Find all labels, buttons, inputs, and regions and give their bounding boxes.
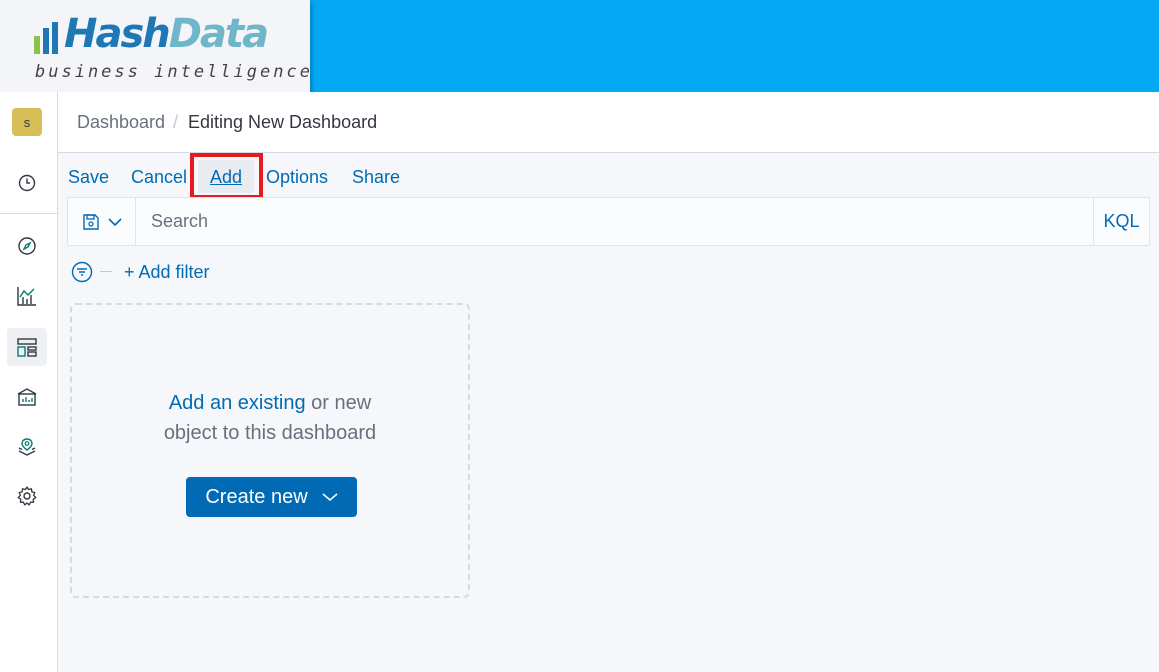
- empty-state-line2: object to this dashboard: [163, 422, 377, 444]
- clock-icon: [18, 174, 36, 192]
- maps-icon: [18, 438, 36, 456]
- kql-toggle[interactable]: KQL: [1093, 198, 1149, 245]
- empty-state-text-after-link: or new: [305, 392, 372, 414]
- nav-visualize[interactable]: [13, 282, 41, 310]
- search-input[interactable]: [137, 198, 1092, 245]
- breadcrumb-current: Editing New Dashboard: [188, 112, 378, 132]
- logo-word-data: Data: [168, 11, 269, 57]
- visualize-icon: [17, 287, 36, 306]
- highlight-box: [190, 153, 263, 199]
- compass-icon: [18, 237, 36, 255]
- query-bar: KQL: [67, 197, 1150, 246]
- nav-canvas[interactable]: [13, 383, 41, 411]
- dashboard-icon: [17, 338, 37, 357]
- breadcrumb-dashboard[interactable]: Dashboard: [77, 112, 165, 132]
- logo-word-hash: Hash: [64, 11, 171, 57]
- filter-divider: [100, 271, 112, 272]
- save-button[interactable]: Save: [68, 166, 109, 188]
- options-button[interactable]: Options: [266, 166, 328, 188]
- empty-dashboard-panel: Add an existing or new object to this da…: [70, 303, 470, 598]
- saved-query-button[interactable]: [68, 198, 136, 245]
- chevron-down-icon: [107, 217, 122, 226]
- user-avatar[interactable]: s: [12, 108, 42, 136]
- logo-tagline: business intelligence: [35, 62, 313, 82]
- nav-dashboard[interactable]: [13, 333, 41, 361]
- nav-management[interactable]: [13, 482, 41, 510]
- header-bar: Dashboard / Editing New Dashboard: [58, 92, 1159, 153]
- nav-divider: [0, 213, 57, 214]
- brand-logo[interactable]: HashData business intelligence: [0, 0, 310, 92]
- logo-bars-icon: [34, 22, 58, 54]
- share-button[interactable]: Share: [352, 166, 400, 188]
- gear-icon: [17, 486, 37, 506]
- add-filter-button[interactable]: + Add filter: [124, 261, 210, 283]
- cancel-button[interactable]: Cancel: [131, 166, 187, 188]
- logo-wordmark: HashData: [64, 10, 269, 58]
- nav-maps[interactable]: [13, 433, 41, 461]
- filter-icon[interactable]: [71, 261, 93, 283]
- nav-discover[interactable]: [13, 232, 41, 260]
- breadcrumb-separator: /: [173, 112, 179, 132]
- chevron-down-icon: [322, 493, 338, 502]
- add-existing-link[interactable]: Add an existing: [169, 392, 306, 414]
- nav-recent[interactable]: [13, 169, 41, 197]
- create-new-label: Create new: [205, 485, 308, 508]
- save-disk-icon: [82, 213, 99, 230]
- empty-state-line1: Add an existing or new: [72, 390, 468, 416]
- create-new-button[interactable]: Create new: [186, 477, 357, 517]
- canvas-icon: [17, 388, 37, 406]
- left-nav: s: [0, 92, 58, 672]
